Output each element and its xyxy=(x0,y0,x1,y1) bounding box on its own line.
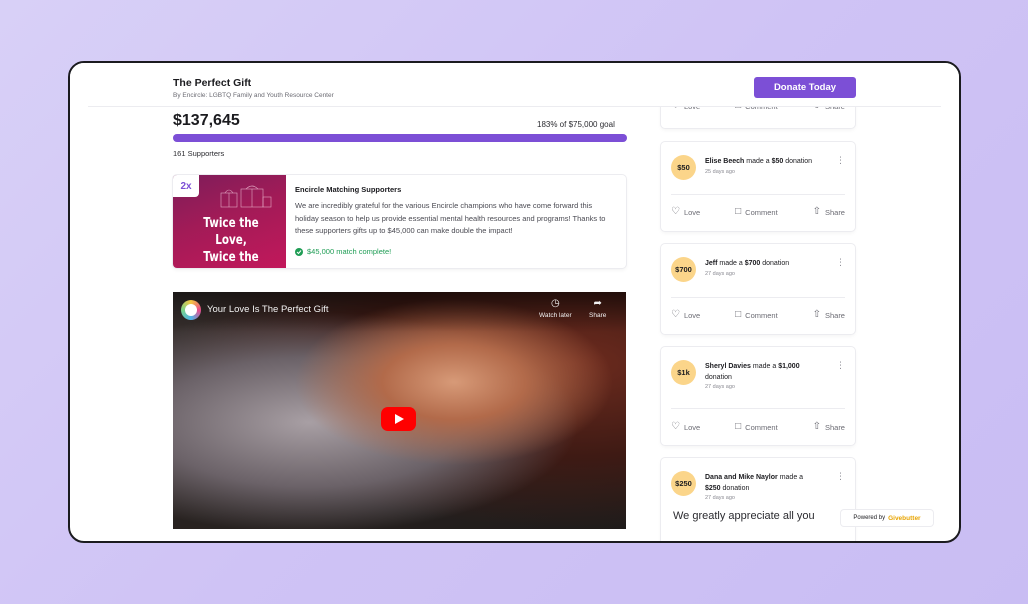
donation-amount: $700 xyxy=(744,260,761,267)
heart-icon: ♡ xyxy=(671,309,680,320)
browser-frame: The Perfect Gift By Encircle: LGBTQ Fami… xyxy=(68,61,961,543)
play-button[interactable] xyxy=(381,407,416,431)
donation-amount: $250 xyxy=(705,484,721,492)
amount-raised: $137,645 xyxy=(173,112,240,129)
match-title: Encircle Matching Supporters xyxy=(295,185,402,194)
play-icon xyxy=(395,414,404,424)
watch-later-label: Watch later xyxy=(539,312,572,319)
share-icon: ⇧ xyxy=(812,206,821,217)
video-share-label: Share xyxy=(589,312,607,319)
match-image: 2x Twice the Love, Twice the Impact! xyxy=(173,175,286,268)
donation-time: 27 days ago xyxy=(705,495,735,501)
love-button[interactable]: ♡Love xyxy=(671,207,700,217)
donor-line: Jeff made a $700 donation xyxy=(705,260,790,267)
donation-time: 27 days ago xyxy=(705,271,735,277)
progress-fill xyxy=(173,134,627,142)
progress-bar xyxy=(173,134,627,142)
donation-amount-avatar: $250 xyxy=(671,471,696,496)
card-actions: ♡Love □Comment ⇧Share xyxy=(671,309,845,321)
video-title[interactable]: Your Love Is The Perfect Gift xyxy=(207,304,328,315)
share-button[interactable]: ⇧Share xyxy=(813,310,845,320)
donor-line: Elise Beech made a $50 donation xyxy=(705,158,813,165)
comment-icon: □ xyxy=(735,309,742,320)
comment-button[interactable]: □Comment xyxy=(735,207,778,217)
donation-time: 27 days ago xyxy=(705,384,735,390)
donor-name: Elise Beech xyxy=(705,158,745,165)
channel-logo-icon[interactable] xyxy=(181,300,201,320)
match-image-line1: Twice the Love, xyxy=(203,216,259,248)
donate-today-button[interactable]: Donate Today xyxy=(754,77,856,98)
match-description: We are incredibly grateful for the vario… xyxy=(295,201,606,235)
heart-icon: ♡ xyxy=(671,206,680,217)
more-options-icon[interactable]: ⋮ xyxy=(836,361,845,370)
more-options-icon[interactable]: ⋮ xyxy=(836,258,845,267)
comment-icon: □ xyxy=(735,421,742,432)
givebutter-logo: Givebutter xyxy=(888,514,921,522)
goal-text: 183% of $75,000 goal xyxy=(537,120,615,129)
gift-sketch-icon xyxy=(220,185,272,208)
share-icon: ⇧ xyxy=(812,309,821,320)
check-circle-icon xyxy=(295,247,303,256)
share-icon: ⇧ xyxy=(812,421,821,432)
organization-subtitle[interactable]: By Encircle: LGBTQ Family and Youth Reso… xyxy=(173,92,334,99)
card-divider xyxy=(671,194,845,195)
share-button[interactable]: ⇧Share xyxy=(813,422,845,432)
match-multiplier-badge: 2x xyxy=(173,175,199,197)
donation-amount-avatar: $50 xyxy=(671,155,696,180)
donation-amount-avatar: $700 xyxy=(671,257,696,282)
love-button[interactable]: ♡Love xyxy=(671,422,700,432)
watch-later-button[interactable]: ◷ Watch later xyxy=(539,298,572,319)
more-options-icon[interactable]: ⋮ xyxy=(836,156,845,165)
donor-line: Dana and Mike Naylor made a $250 donatio… xyxy=(705,474,804,492)
match-image-text: Twice the Love, Twice the Impact! xyxy=(189,215,272,268)
love-button[interactable]: ♡Love xyxy=(671,310,700,320)
card-actions: ♡Love □Comment ⇧Share xyxy=(671,421,845,433)
video-player[interactable]: Your Love Is The Perfect Gift ◷ Watch la… xyxy=(173,292,626,529)
donor-message: We greatly appreciate all you xyxy=(673,510,815,522)
powered-by-label: Powered by xyxy=(853,515,886,521)
donation-time: 25 days ago xyxy=(705,169,735,175)
page-title: The Perfect Gift xyxy=(173,77,252,89)
donation-card: $1k Sheryl Davies made a $1,000 donation… xyxy=(661,347,855,445)
donor-name: Sheryl Davies xyxy=(705,363,751,370)
powered-by-badge[interactable]: Powered by Givebutter xyxy=(841,510,933,526)
campaign-header: The Perfect Gift By Encircle: LGBTQ Fami… xyxy=(70,63,959,107)
donation-amount: $1,000 xyxy=(778,363,800,370)
donation-card: $700 Jeff made a $700 donation 27 days a… xyxy=(661,244,855,334)
donor-name: Dana and Mike Naylor xyxy=(705,474,778,481)
donation-card: $50 Elise Beech made a $50 donation 25 d… xyxy=(661,142,855,231)
donor-line: Sheryl Davies made a $1,000 donation xyxy=(705,363,800,381)
donation-amount: $50 xyxy=(771,158,784,165)
card-actions: ♡Love □Comment ⇧Share xyxy=(671,206,845,218)
clock-icon: ◷ xyxy=(550,298,560,309)
supporters-count[interactable]: 161 Supporters xyxy=(173,149,224,158)
share-arrow-icon: ➦ xyxy=(593,298,602,309)
share-button[interactable]: ⇧Share xyxy=(813,207,845,217)
donation-card: $250 Dana and Mike Naylor made a $250 do… xyxy=(661,458,855,541)
match-image-line2: Twice the Impact! xyxy=(203,250,259,268)
comment-icon: □ xyxy=(735,206,742,217)
match-status-text: $45,000 match complete! xyxy=(307,247,392,256)
heart-icon: ♡ xyxy=(671,421,680,432)
header-divider xyxy=(88,106,941,107)
card-divider xyxy=(671,297,845,298)
video-share-button[interactable]: ➦ Share xyxy=(589,298,606,319)
card-divider xyxy=(671,408,845,409)
matching-supporters-card: 2x Twice the Love, Twice the Impact! Enc… xyxy=(173,175,626,268)
donor-name: Jeff xyxy=(705,260,718,267)
donation-amount-avatar: $1k xyxy=(671,360,696,385)
match-status: $45,000 match complete! xyxy=(295,247,391,256)
comment-button[interactable]: □Comment xyxy=(735,422,778,432)
comment-button[interactable]: □Comment xyxy=(735,310,778,320)
more-options-icon[interactable]: ⋮ xyxy=(836,472,845,481)
